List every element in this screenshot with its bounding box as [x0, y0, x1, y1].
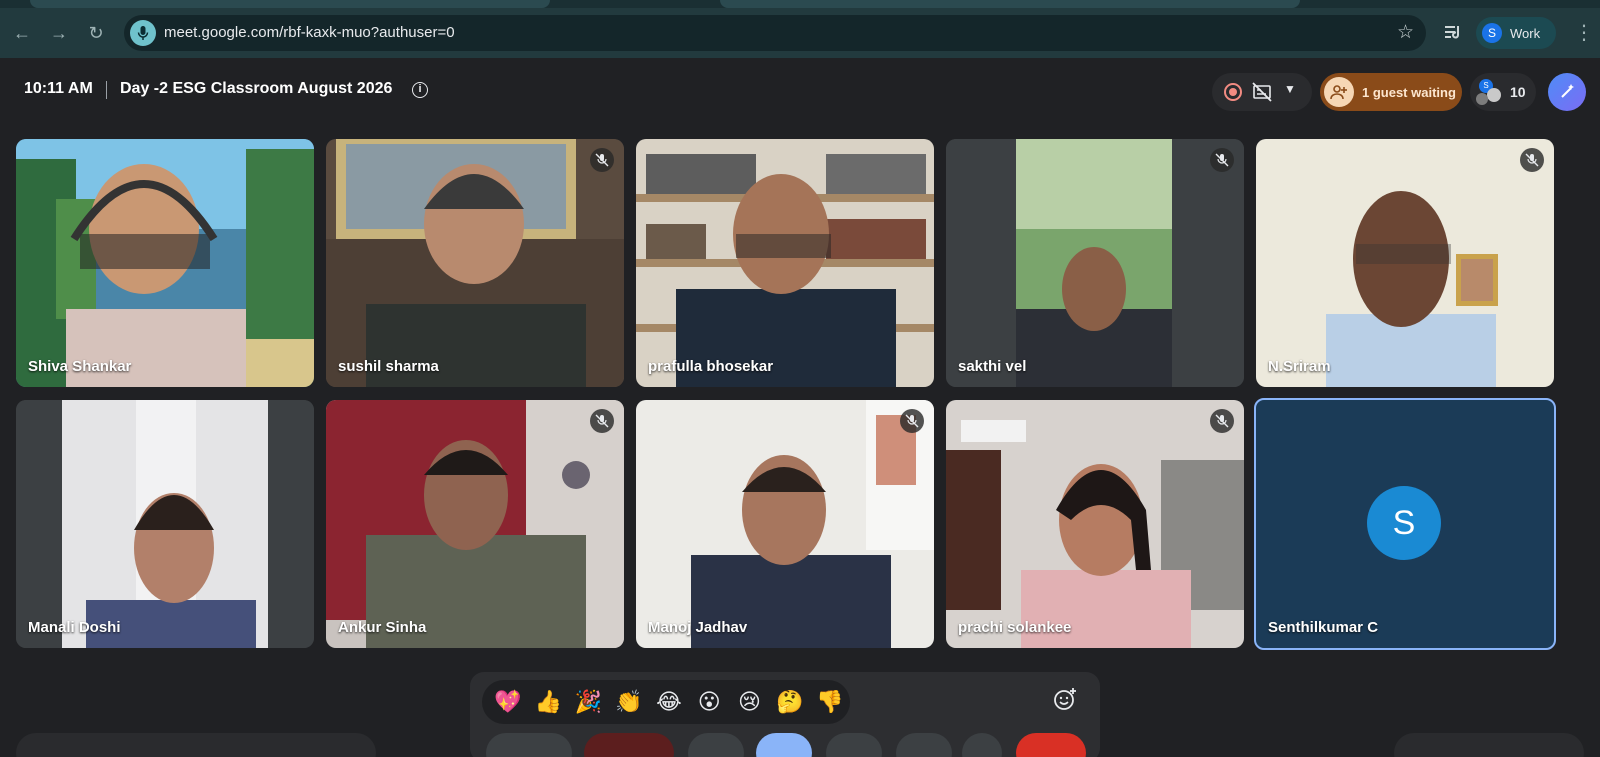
- gemini-icon[interactable]: [1548, 73, 1586, 111]
- participant-tile[interactable]: Manoj Jadhav: [636, 400, 934, 648]
- participant-video: [946, 139, 1244, 387]
- reaction-party-button[interactable]: 🎉: [568, 684, 608, 720]
- muted-mic-icon: [1210, 148, 1234, 172]
- participant-video: [946, 400, 1244, 648]
- participant-tile-active-speaker[interactable]: S Senthilkumar C: [1254, 398, 1556, 650]
- reaction-surprised-button[interactable]: 😮: [689, 684, 729, 720]
- participant-name: Ankur Sinha: [338, 619, 427, 636]
- back-arrow-icon[interactable]: ←: [10, 21, 34, 45]
- participant-name: prachi solankee: [958, 619, 1072, 636]
- participant-tile[interactable]: Manali Doshi: [16, 400, 314, 648]
- participant-name: Shiva Shankar: [28, 358, 132, 375]
- reaction-sad-button[interactable]: 😢: [729, 684, 769, 720]
- reactions-button[interactable]: [756, 733, 812, 757]
- chevron-down-icon[interactable]: ▼: [1284, 82, 1296, 96]
- participant-tile[interactable]: N.Sriram: [1256, 139, 1554, 387]
- microphone-site-icon[interactable]: [130, 20, 156, 46]
- reaction-heart-button[interactable]: 💖: [488, 684, 528, 720]
- captions-button[interactable]: [688, 733, 744, 757]
- participant-name: N.Sriram: [1268, 358, 1331, 375]
- tab-strip: [0, 0, 1600, 8]
- reaction-clap-button[interactable]: 👏: [609, 684, 649, 720]
- add-emoji-icon[interactable]: [1052, 686, 1082, 716]
- divider: [106, 81, 107, 99]
- meeting-title: Day -2 ESG Classroom August 2026: [120, 80, 393, 97]
- reaction-thumbs-down-button[interactable]: 👎: [810, 684, 850, 720]
- profile-label: Work: [1510, 25, 1541, 41]
- info-icon[interactable]: i: [412, 82, 428, 98]
- participant-avatar: S: [1367, 486, 1441, 560]
- browser-tab[interactable]: [720, 0, 1300, 8]
- recording-captions-menu[interactable]: ▼: [1212, 73, 1312, 111]
- participant-video: [16, 400, 314, 648]
- microphone-control-button[interactable]: [486, 733, 572, 757]
- participant-avatar: [1487, 88, 1501, 102]
- meeting-details-bar: [16, 733, 376, 757]
- muted-mic-icon: [1520, 148, 1544, 172]
- participant-name: prafulla bhosekar: [648, 358, 774, 375]
- leave-call-button[interactable]: [1016, 733, 1086, 757]
- participants-button[interactable]: S 10: [1470, 73, 1536, 111]
- muted-mic-icon: [590, 409, 614, 433]
- participant-video: [636, 400, 934, 648]
- address-bar[interactable]: meet.google.com/rbf-kaxk-muo?authuser=0 …: [124, 15, 1426, 51]
- participant-name: Senthilkumar C: [1268, 619, 1379, 636]
- raise-hand-button[interactable]: [896, 733, 952, 757]
- participant-video: [1256, 139, 1554, 387]
- participant-video: [16, 139, 314, 387]
- captions-off-icon[interactable]: [1252, 82, 1272, 102]
- profile-button[interactable]: S Work: [1476, 17, 1556, 49]
- participant-video: [326, 139, 624, 387]
- guest-waiting-label: 1 guest waiting: [1362, 84, 1456, 100]
- participant-tile[interactable]: prafulla bhosekar: [636, 139, 934, 387]
- participant-video: [326, 400, 624, 648]
- participant-tile[interactable]: Ankur Sinha: [326, 400, 624, 648]
- participant-tile[interactable]: sushil sharma: [326, 139, 624, 387]
- bookmark-star-icon[interactable]: ☆: [1397, 21, 1414, 44]
- record-icon[interactable]: [1224, 83, 1242, 101]
- participant-tile[interactable]: sakthi vel: [946, 139, 1244, 387]
- muted-mic-icon: [1210, 409, 1234, 433]
- participant-count: 10: [1510, 84, 1526, 100]
- add-person-icon: [1324, 77, 1354, 107]
- reaction-thumbs-up-button[interactable]: 👍: [528, 684, 568, 720]
- profile-avatar: S: [1482, 23, 1502, 43]
- side-panel-controls: [1394, 733, 1584, 757]
- present-button[interactable]: [826, 733, 882, 757]
- participant-video: [636, 139, 934, 387]
- muted-mic-icon: [590, 148, 614, 172]
- participant-name: Manali Doshi: [28, 619, 121, 636]
- media-control-icon[interactable]: [1443, 22, 1465, 44]
- participant-avatar: [1476, 93, 1488, 105]
- camera-control-button[interactable]: [584, 733, 674, 757]
- participant-name: sushil sharma: [338, 358, 439, 375]
- reactions-row: 💖 👍 🎉 👏 😂 😮 😢 🤔 👎: [482, 680, 850, 724]
- participant-name: sakthi vel: [958, 358, 1027, 375]
- reaction-thinking-button[interactable]: 🤔: [770, 684, 810, 720]
- participant-name: Manoj Jadhav: [648, 619, 748, 636]
- url-text[interactable]: meet.google.com/rbf-kaxk-muo?authuser=0: [164, 24, 455, 41]
- browser-toolbar: ← → ↻ meet.google.com/rbf-kaxk-muo?authu…: [0, 8, 1600, 58]
- forward-arrow-icon[interactable]: →: [47, 21, 71, 45]
- participant-tile[interactable]: prachi solankee: [946, 400, 1244, 648]
- reaction-laugh-button[interactable]: 😂: [649, 684, 689, 720]
- reload-icon[interactable]: ↻: [84, 21, 108, 45]
- muted-mic-icon: [900, 409, 924, 433]
- guest-waiting-button[interactable]: 1 guest waiting: [1320, 73, 1462, 111]
- meeting-time: 10:11 AM: [24, 80, 93, 97]
- kebab-menu-icon[interactable]: ⋮: [1572, 21, 1596, 45]
- participant-tile[interactable]: Shiva Shankar: [16, 139, 314, 387]
- browser-tab[interactable]: [30, 0, 550, 8]
